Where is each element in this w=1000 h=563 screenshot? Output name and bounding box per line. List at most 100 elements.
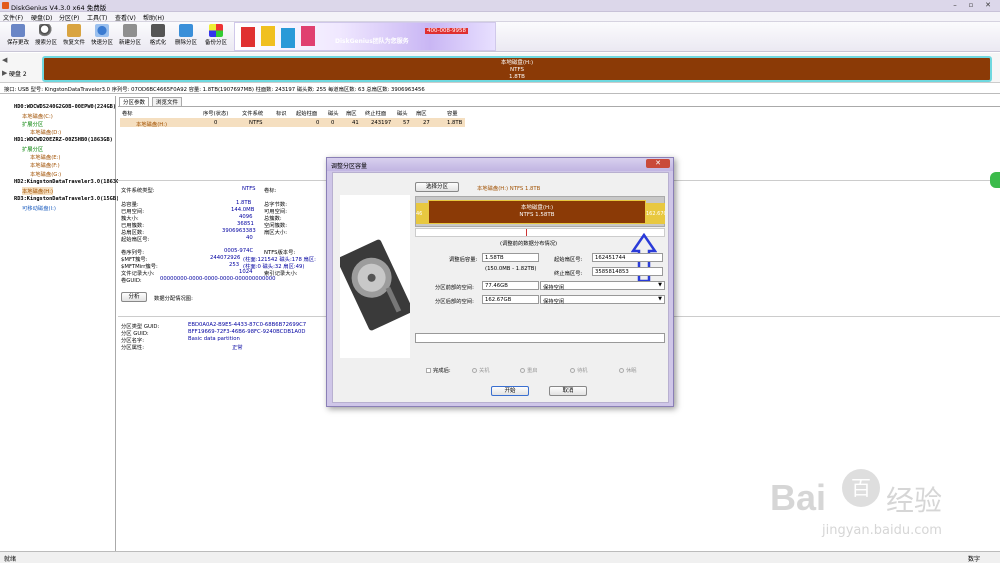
start-button[interactable]: 开始: [491, 386, 529, 396]
analyze-button[interactable]: 分析: [121, 292, 147, 302]
divider: [118, 106, 1000, 107]
tree-partition-h-selected[interactable]: 本地磁盘(H:): [22, 187, 54, 195]
banner-phone: 400-008-9958: [425, 28, 468, 34]
radio-standby[interactable]: 待机: [570, 366, 588, 374]
menu-view[interactable]: 查看(V): [115, 13, 136, 22]
stat-value: 3906963383: [222, 228, 256, 234]
new-partition-icon: [123, 24, 137, 37]
end-sector-input[interactable]: 3585814853: [592, 267, 663, 276]
recover-icon: [67, 24, 81, 37]
status-text: 就绪: [4, 556, 17, 563]
tab-partition-params[interactable]: 分区参数: [119, 97, 150, 106]
layout-preview: 46 本地磁盘(H:) NTFS 1.58TB 162.67G: [415, 196, 665, 227]
maximize-icon[interactable]: ▫: [966, 1, 976, 10]
tab-browse-files[interactable]: 浏览文件: [152, 97, 183, 106]
watermark-brand: Bai: [770, 477, 827, 518]
before-space-option: 保持空闲: [543, 285, 565, 291]
col-header: 序号(状态): [203, 111, 229, 117]
radio-label: 关机: [479, 368, 490, 374]
status-bar: 就绪 数字: [0, 551, 1000, 563]
stat-value: 00000000-0000-0000-0000-000000000000: [160, 276, 276, 282]
dialog-close-icon[interactable]: ✕: [646, 159, 670, 168]
partition-bar-fs: NTFS: [509, 67, 525, 73]
volume-label: 卷标:: [264, 188, 277, 194]
watermark-text: 经验: [886, 484, 943, 517]
disk-label: 硬盘 2: [9, 71, 27, 78]
col-header: 卷标: [122, 111, 133, 117]
menu-partition[interactable]: 分区(P): [59, 13, 79, 22]
tree-partition-i[interactable]: 可移动磁盘(I:): [22, 204, 56, 212]
tree-disk-hd2[interactable]: HD2:KingstonDataTraveler3.0(1863GB): [14, 179, 126, 185]
col-header: 容量: [447, 111, 458, 117]
chevron-down-icon: ▼: [658, 296, 662, 302]
partition-bar[interactable]: 本地磁盘(H:) NTFS 1.8TB: [42, 56, 992, 82]
before-space-select[interactable]: 保持空闲 ▼: [540, 281, 665, 291]
cancel-button[interactable]: 取消: [549, 386, 587, 396]
after-space-select[interactable]: 保持空闲 ▼: [540, 295, 665, 305]
menu-file[interactable]: 文件(F): [3, 13, 23, 22]
col-header: 文件系统: [242, 111, 264, 117]
radio-label: 休眠: [626, 368, 637, 374]
ad-banner[interactable]: DiskGenius团队为您服务 400-008-9958: [234, 22, 496, 51]
dialog-body: 选择分区 本地磁盘(H:) NTFS 1.8TB 46 本地磁盘(H:) NTF…: [332, 172, 669, 403]
stat-label: 扇区大小:: [264, 230, 287, 236]
tree-partition-c[interactable]: 本地磁盘(C:): [22, 112, 53, 120]
progress-bar: [415, 333, 665, 343]
col-header: 起始柱面: [296, 111, 318, 117]
resized-partition-size: NTFS 1.58TB: [519, 212, 555, 218]
radio-hibernate[interactable]: 休眠: [619, 366, 637, 374]
close-icon[interactable]: ✕: [983, 1, 993, 10]
tree-disk-hd0[interactable]: HD0:WDCWDS240G2G0B-00EPW0(224GB): [14, 104, 116, 110]
data-allocation-label: 数据分配情况图:: [154, 296, 193, 302]
tree-partition-f[interactable]: 本地磁盘(F:): [30, 161, 60, 169]
table-row[interactable]: 本地磁盘(H:) 0 NTFS 0 0 41 243197 57 27 1.8T…: [120, 118, 465, 128]
tree-partition-d[interactable]: 本地磁盘(D:): [30, 128, 61, 136]
toolbar: 保存更改 搜索分区 恢复文件 快速分区 新建分区 格式化 删除分区 备份分区: [0, 22, 1000, 52]
after-space-option: 保持空闲: [543, 299, 565, 305]
menu-disk[interactable]: 硬盘(D): [31, 13, 52, 22]
size-range: (150.0MB - 1.82TB): [485, 266, 537, 272]
radio-shutdown[interactable]: 关机: [472, 366, 490, 374]
numlock-indicator: 数字: [968, 556, 981, 563]
menu-help[interactable]: 帮助(H): [143, 13, 164, 22]
tree-disk-hd1[interactable]: HD1:WDCWD20EZRZ-00Z5HB0(1863GB): [14, 137, 113, 143]
tree-extended[interactable]: 扩展分区: [22, 145, 43, 153]
backup-partition-button[interactable]: 备份分区: [202, 24, 230, 51]
minimize-icon[interactable]: –: [950, 1, 960, 10]
radio-label: 待机: [577, 368, 588, 374]
start-sector-label: 起始扇区号:: [554, 257, 583, 263]
stat-value: 1024: [239, 269, 253, 275]
radio-restart[interactable]: 重启: [520, 366, 538, 374]
col-header: 扇区: [346, 111, 357, 117]
tree-partition-g[interactable]: 本地磁盘(G:): [30, 170, 61, 178]
baidu-watermark: Bai 百 经验 jingyan.baidu.com: [770, 457, 970, 552]
stat-value: 144.0MB: [231, 207, 255, 213]
tree-partition-e[interactable]: 本地磁盘(E:): [30, 153, 60, 161]
size-input[interactable]: 1.58TB: [482, 253, 539, 262]
watermark-paw-icon: 百: [842, 469, 880, 507]
before-space-input[interactable]: 77.46GB: [482, 281, 539, 290]
dialog-title: 调整分区容量: [327, 158, 673, 171]
side-float-icon[interactable]: [990, 172, 1000, 188]
resized-partition-block[interactable]: 本地磁盘(H:) NTFS 1.58TB: [428, 200, 646, 224]
tree-extended[interactable]: 扩展分区: [22, 120, 43, 128]
delete-partition-button[interactable]: 删除分区: [172, 24, 200, 51]
partition-bar-name: 本地磁盘(H:): [500, 60, 534, 66]
distribution-caption: (调整前的数据分布情况): [500, 241, 558, 247]
after-space-label: 分区后部的空间:: [435, 299, 474, 305]
tree-disk-rd3[interactable]: RD3:KingstonDataTraveler3.0(15GB): [14, 196, 119, 202]
start-sector-input[interactable]: 162451744: [592, 253, 663, 262]
complete-checkbox[interactable]: 完成后:: [426, 366, 451, 374]
before-space-block: 46: [416, 203, 428, 224]
next-disk-icon[interactable]: ▶: [2, 69, 7, 77]
title-bar: DiskGenius V4.3.0 x64 免费版 – ▫ ✕: [0, 0, 1000, 12]
stat-value: 4096: [239, 214, 253, 220]
after-space-input[interactable]: 162.67GB: [482, 295, 539, 304]
radio-icon: [570, 368, 575, 373]
app-logo-icon: [2, 2, 9, 9]
prev-disk-icon[interactable]: ◀: [2, 56, 7, 64]
guid-value: EBD0A0A2-B9E5-4433-87C0-68B6B72699C7: [188, 322, 307, 328]
select-partition-button[interactable]: 选择分区: [415, 182, 459, 192]
menu-tools[interactable]: 工具(T): [87, 13, 107, 22]
data-distribution-bar: [415, 228, 665, 237]
